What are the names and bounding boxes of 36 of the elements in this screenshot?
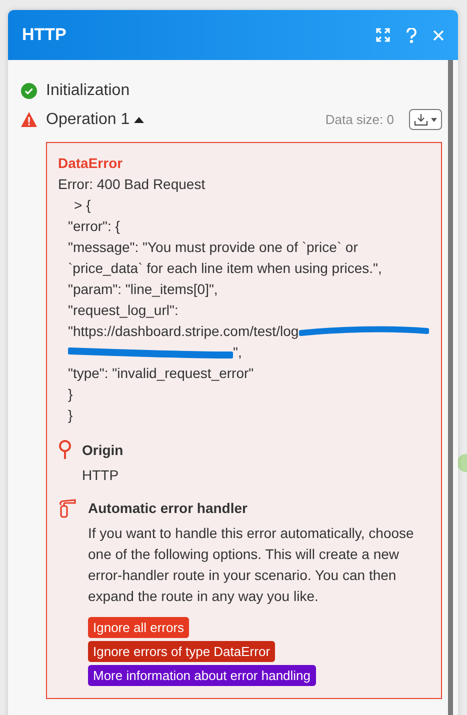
code-line: `price_data` for each line item when using prices.", (67, 259, 383, 278)
handler-description: If you want to handle this error automatically, choose one of the following options. This will create a new error-handler route in your scenario. You can then expand the route in any way you like. (88, 524, 415, 606)
download-button[interactable] (409, 109, 442, 130)
handler-title: Automatic error handler (88, 499, 248, 518)
code-line: "message": "You must provide one of `price` or (67, 238, 359, 257)
data-size-label: Data size: 0 (325, 112, 394, 127)
code-line: "type": "invalid_request_error" (67, 364, 255, 383)
window-title: HTTP (22, 25, 68, 45)
expand-button[interactable] (376, 28, 390, 42)
code-line: "request_log_url": (67, 301, 180, 320)
origin-title: Origin (82, 441, 124, 460)
check-circle-icon (21, 82, 37, 98)
origin-value: HTTP (82, 466, 120, 485)
code-line: } (67, 385, 74, 404)
code-line[interactable]: > { (58, 195, 431, 216)
error-handling-button[interactable]: Ignore errors of type DataError (88, 641, 276, 662)
step-label[interactable]: Operation 1 (46, 110, 130, 128)
warning-icon (21, 112, 37, 127)
download-icon (414, 113, 428, 126)
fire-extinguisher-icon (58, 498, 78, 518)
caret-icon (431, 118, 437, 122)
close-button[interactable] (433, 30, 444, 40)
code-line: "https://dashboard.stripe.com/test/log (68, 322, 299, 341)
code-line: "param": "line_items[0]", (67, 280, 219, 299)
error-title: DataError (58, 154, 124, 173)
step-label: Initialization (46, 82, 130, 100)
scrollbar[interactable] (448, 60, 453, 715)
error-summary: Error: 400 Bad Request (58, 175, 206, 194)
caret-icon[interactable] (134, 116, 144, 122)
help-button[interactable] (406, 28, 417, 42)
code-line: ", (233, 343, 242, 362)
error-handling-button[interactable]: More information about error handling (88, 665, 316, 686)
pin-icon (58, 440, 72, 460)
error-handling-button[interactable]: Ignore all errors (88, 617, 190, 638)
code-line: "error": { (67, 217, 121, 236)
code-line: } (67, 406, 74, 425)
